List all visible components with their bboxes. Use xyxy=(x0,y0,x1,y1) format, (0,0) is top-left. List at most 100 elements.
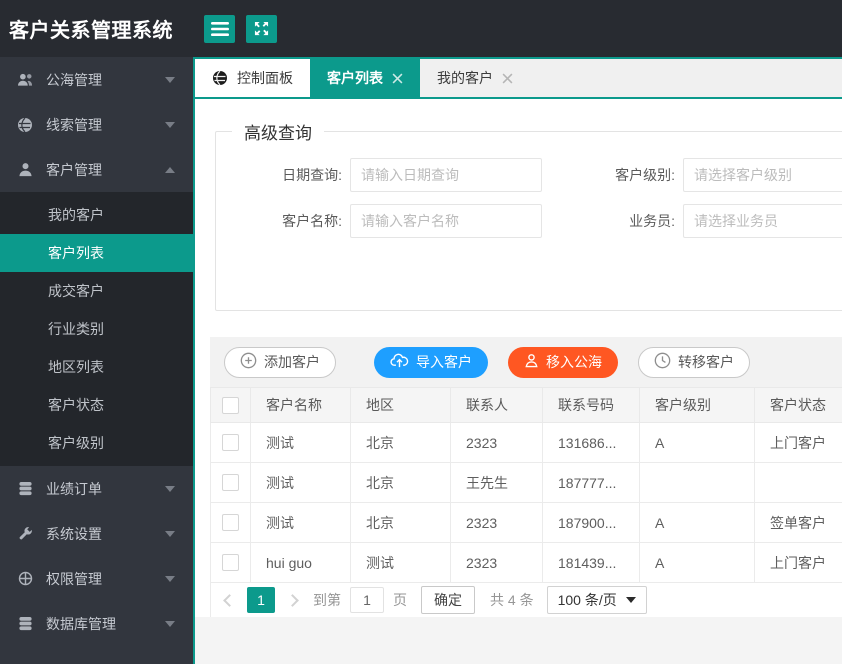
tab-label: 客户列表 xyxy=(327,70,383,86)
toolbar-button[interactable]: 导入客户 xyxy=(374,346,488,378)
sidebar-item[interactable]: 客户管理 xyxy=(0,147,193,192)
tab-bar: 控制面板 客户列表 我的客户 xyxy=(195,57,842,99)
tab-label: 控制面板 xyxy=(237,70,293,86)
table-row: 测试 北京 2323 131686... A 上门客户 xyxy=(210,422,842,463)
tab[interactable]: 控制面板 xyxy=(195,59,310,97)
cell-region: 北京 xyxy=(350,462,451,503)
cell-status: 签单客户 xyxy=(754,502,842,543)
sidebar-subitem[interactable]: 我的客户 xyxy=(0,196,193,234)
person-icon xyxy=(524,353,539,371)
pagination-bar: 1 到第 页 确定 共 4 条 100 条/页 xyxy=(210,583,842,618)
tab[interactable]: 客户列表 xyxy=(310,59,420,97)
top-header: 客户关系管理系统 xyxy=(0,0,842,57)
fullscreen-button[interactable] xyxy=(246,14,277,43)
cell-region: 测试 xyxy=(350,542,451,583)
wrench-icon xyxy=(16,525,34,543)
toolbar-button-label: 转移客户 xyxy=(678,354,734,370)
row-checkbox[interactable] xyxy=(222,554,239,571)
close-icon[interactable] xyxy=(392,73,403,84)
close-icon[interactable] xyxy=(502,73,513,84)
advanced-query-panel: 高级查询 日期查询: 客户级别: 客户名称: 业务员: xyxy=(215,119,842,311)
sidebar-item-label: 业绩订单 xyxy=(46,480,102,497)
query-input[interactable] xyxy=(683,158,842,192)
chevron-icon xyxy=(165,620,175,627)
crm-app: 客户关系管理系统 公海管理 线索管理 客户管理 我的客户 客户列表 成交客户 行… xyxy=(0,0,842,664)
app-title: 客户关系管理系统 xyxy=(9,20,173,42)
column-header: 地区 xyxy=(350,387,451,423)
toolbar-button[interactable]: 转移客户 xyxy=(638,346,750,378)
chevron-icon xyxy=(165,121,175,128)
toolbar-button[interactable]: 添加客户 xyxy=(224,346,336,378)
query-input[interactable] xyxy=(683,204,842,238)
sidebar-item[interactable]: 数据库管理 xyxy=(0,601,193,646)
query-field-label: 业务员: xyxy=(629,213,675,229)
users-icon xyxy=(16,71,34,89)
sidebar-subitem[interactable]: 客户状态 xyxy=(0,386,193,424)
sidebar-subitem[interactable]: 地区列表 xyxy=(0,348,193,386)
row-checkbox[interactable] xyxy=(222,474,239,491)
confirm-page-button[interactable]: 确定 xyxy=(421,586,475,614)
sidebar-item-label: 系统设置 xyxy=(46,525,102,542)
query-input[interactable] xyxy=(350,204,542,238)
cloud-upload-icon xyxy=(390,353,409,371)
page-size-value: 100 条/页 xyxy=(557,592,617,608)
sidebar-subitem[interactable]: 成交客户 xyxy=(0,272,193,310)
customer-table-section: 添加客户 导入客户 移入公海 转移客户 客户名称 地区 联系人 联系号码 客户级… xyxy=(210,337,842,618)
sidebar: 公海管理 线索管理 客户管理 我的客户 客户列表 成交客户 行业类别 地区列表 … xyxy=(0,57,193,664)
sidebar-item[interactable]: 线索管理 xyxy=(0,102,193,147)
sidebar-subitem[interactable]: 行业类别 xyxy=(0,310,193,348)
sidebar-item[interactable]: 系统设置 xyxy=(0,511,193,556)
query-field-label: 日期查询: xyxy=(282,167,342,183)
menu-icon xyxy=(210,21,229,36)
menu-toggle-button[interactable] xyxy=(204,14,235,43)
query-field-label: 客户名称: xyxy=(282,213,342,229)
sidebar-subitem-label: 客户列表 xyxy=(48,245,104,261)
sidebar-subitem[interactable]: 客户级别 xyxy=(0,424,193,462)
cell-region: 北京 xyxy=(350,502,451,543)
sidebar-subitem-label: 行业类别 xyxy=(48,321,104,337)
sidebar-item-label: 线索管理 xyxy=(46,116,102,133)
sidebar-subitem-label: 客户级别 xyxy=(48,435,104,451)
tab[interactable]: 我的客户 xyxy=(420,59,530,97)
sidebar-item[interactable]: 权限管理 xyxy=(0,556,193,601)
column-header: 客户名称 xyxy=(250,387,351,423)
database-icon xyxy=(16,480,34,498)
query-input[interactable] xyxy=(350,158,542,192)
page-number-input[interactable] xyxy=(350,587,384,613)
chevron-down-icon xyxy=(625,597,636,603)
sidebar-subitem-label: 我的客户 xyxy=(48,207,104,223)
cell-region: 北京 xyxy=(350,422,451,463)
content-bottom-area xyxy=(195,617,842,664)
sidebar-item-label: 公海管理 xyxy=(46,71,102,88)
current-page-button[interactable]: 1 xyxy=(247,587,275,613)
toolbar-button[interactable]: 移入公海 xyxy=(508,346,618,378)
cell-contact: 2323 xyxy=(450,422,543,463)
cell-status xyxy=(754,462,842,503)
tab-label: 我的客户 xyxy=(437,70,493,86)
next-page-icon[interactable] xyxy=(286,593,299,607)
table-row: 测试 北京 2323 187900... A 签单客户 xyxy=(210,502,842,543)
sidebar-item-label: 权限管理 xyxy=(46,570,102,587)
sidebar-subitem[interactable]: 客户列表 xyxy=(0,234,193,272)
row-checkbox[interactable] xyxy=(222,434,239,451)
table-toolbar: 添加客户 导入客户 移入公海 转移客户 xyxy=(210,337,842,387)
chevron-icon xyxy=(165,76,175,83)
query-field-label: 客户级别: xyxy=(615,167,675,183)
page-suffix-label: 页 xyxy=(393,592,407,608)
toolbar-button-label: 导入客户 xyxy=(416,354,472,370)
globe-dark-icon xyxy=(212,70,228,86)
column-header: 联系人 xyxy=(450,387,543,423)
plus-circle-icon xyxy=(240,352,257,372)
cell-level xyxy=(639,462,755,503)
prev-page-icon[interactable] xyxy=(223,593,236,607)
table-row: 测试 北京 王先生 187777... xyxy=(210,462,842,503)
user-icon xyxy=(16,161,34,179)
sidebar-item[interactable]: 公海管理 xyxy=(0,57,193,102)
sidebar-subitem-label: 成交客户 xyxy=(48,283,104,299)
column-header: 客户级别 xyxy=(639,387,755,423)
page-size-select[interactable]: 100 条/页 xyxy=(546,586,647,614)
row-checkbox[interactable] xyxy=(222,514,239,531)
database-icon xyxy=(16,615,34,633)
select-all-checkbox[interactable] xyxy=(222,396,239,414)
sidebar-item[interactable]: 业绩订单 xyxy=(0,466,193,511)
